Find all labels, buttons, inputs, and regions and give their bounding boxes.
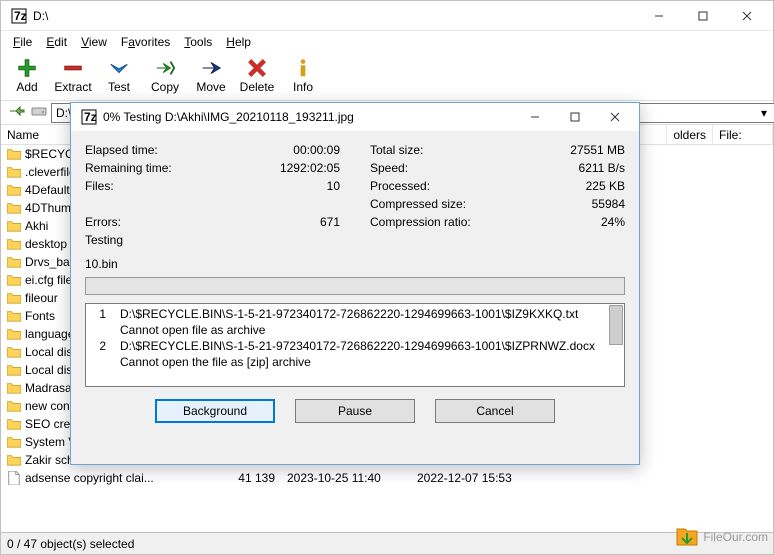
close-button[interactable] <box>725 2 769 30</box>
stat-row: Files:10 <box>85 177 340 195</box>
status-bar: 0 / 47 object(s) selected <box>1 532 773 554</box>
app-icon: 7z <box>11 8 27 24</box>
progress-dialog: 7z 0% Testing D:\Akhi\IMG_20210118_19321… <box>70 102 640 465</box>
toolbar: Add Extract Test Copy Move Delete Info <box>1 53 773 101</box>
list-item[interactable]: adsense copyright clai...41 1392023-10-2… <box>1 469 773 487</box>
dialog-close-button[interactable] <box>595 104 635 130</box>
stat-row: Compression ratio:24% <box>370 213 625 231</box>
menu-help[interactable]: Help <box>220 33 257 51</box>
minimize-button[interactable] <box>637 2 681 30</box>
menu-bar: File Edit View Favorites Tools Help <box>1 31 773 53</box>
toolbar-add[interactable]: Add <box>7 57 47 94</box>
up-button[interactable] <box>7 103 27 123</box>
error-list[interactable]: 1D:\$RECYCLE.BIN\S-1-5-21-972340172-7268… <box>85 303 625 387</box>
dialog-title: 0% Testing D:\Akhi\IMG_20210118_193211.j… <box>103 110 515 124</box>
dialog-title-bar[interactable]: 7z 0% Testing D:\Akhi\IMG_20210118_19321… <box>71 103 639 131</box>
stat-row: Compressed size:55984 <box>370 195 625 213</box>
stat-row: Elapsed time:00:00:09 <box>85 141 340 159</box>
svg-text:7z: 7z <box>84 110 97 124</box>
dropdown-icon[interactable]: ▾ <box>761 106 767 120</box>
background-button[interactable]: Background <box>155 399 275 423</box>
menu-view[interactable]: View <box>75 33 113 51</box>
minus-icon <box>62 57 84 79</box>
check-icon <box>108 57 130 79</box>
col-extra[interactable]: olders <box>667 125 713 144</box>
svg-text:7z: 7z <box>14 9 27 23</box>
toolbar-move[interactable]: Move <box>191 57 231 94</box>
menu-favorites[interactable]: Favorites <box>115 33 176 51</box>
toolbar-delete[interactable]: Delete <box>237 57 277 94</box>
title-bar[interactable]: 7z D:\ <box>1 1 773 31</box>
status-text: 0 / 47 object(s) selected <box>7 537 134 551</box>
dialog-maximize-button[interactable] <box>555 104 595 130</box>
copy-icon <box>154 57 176 79</box>
menu-file[interactable]: File <box>7 33 38 51</box>
stat-row: Errors:671 <box>85 213 340 231</box>
window-title: D:\ <box>33 9 637 23</box>
current-file: 10.bin <box>85 257 625 271</box>
stats-area: Elapsed time:00:00:09Remaining time:1292… <box>85 141 625 249</box>
move-icon <box>200 57 222 79</box>
stat-row <box>85 195 340 213</box>
col-file[interactable]: File: <box>713 125 773 144</box>
stat-row: Speed:6211 B/s <box>370 159 625 177</box>
toolbar-info[interactable]: Info <box>283 57 323 94</box>
stat-row: Testing <box>85 231 340 249</box>
scrollbar-thumb[interactable] <box>609 305 623 345</box>
toolbar-test[interactable]: Test <box>99 57 139 94</box>
stat-row: Processed:225 KB <box>370 177 625 195</box>
info-icon <box>292 57 314 79</box>
cancel-button[interactable]: Cancel <box>435 399 555 423</box>
toolbar-extract[interactable]: Extract <box>53 57 93 94</box>
menu-edit[interactable]: Edit <box>40 33 73 51</box>
stat-row: Remaining time:1292:02:05 <box>85 159 340 177</box>
drive-icon <box>31 103 47 122</box>
plus-icon <box>16 57 38 79</box>
pause-button[interactable]: Pause <box>295 399 415 423</box>
toolbar-copy[interactable]: Copy <box>145 57 185 94</box>
dialog-minimize-button[interactable] <box>515 104 555 130</box>
menu-tools[interactable]: Tools <box>178 33 218 51</box>
progress-bar <box>85 277 625 295</box>
maximize-button[interactable] <box>681 2 725 30</box>
app-icon: 7z <box>81 109 97 125</box>
delete-icon <box>246 57 268 79</box>
stat-row: Total size:27551 MB <box>370 141 625 159</box>
